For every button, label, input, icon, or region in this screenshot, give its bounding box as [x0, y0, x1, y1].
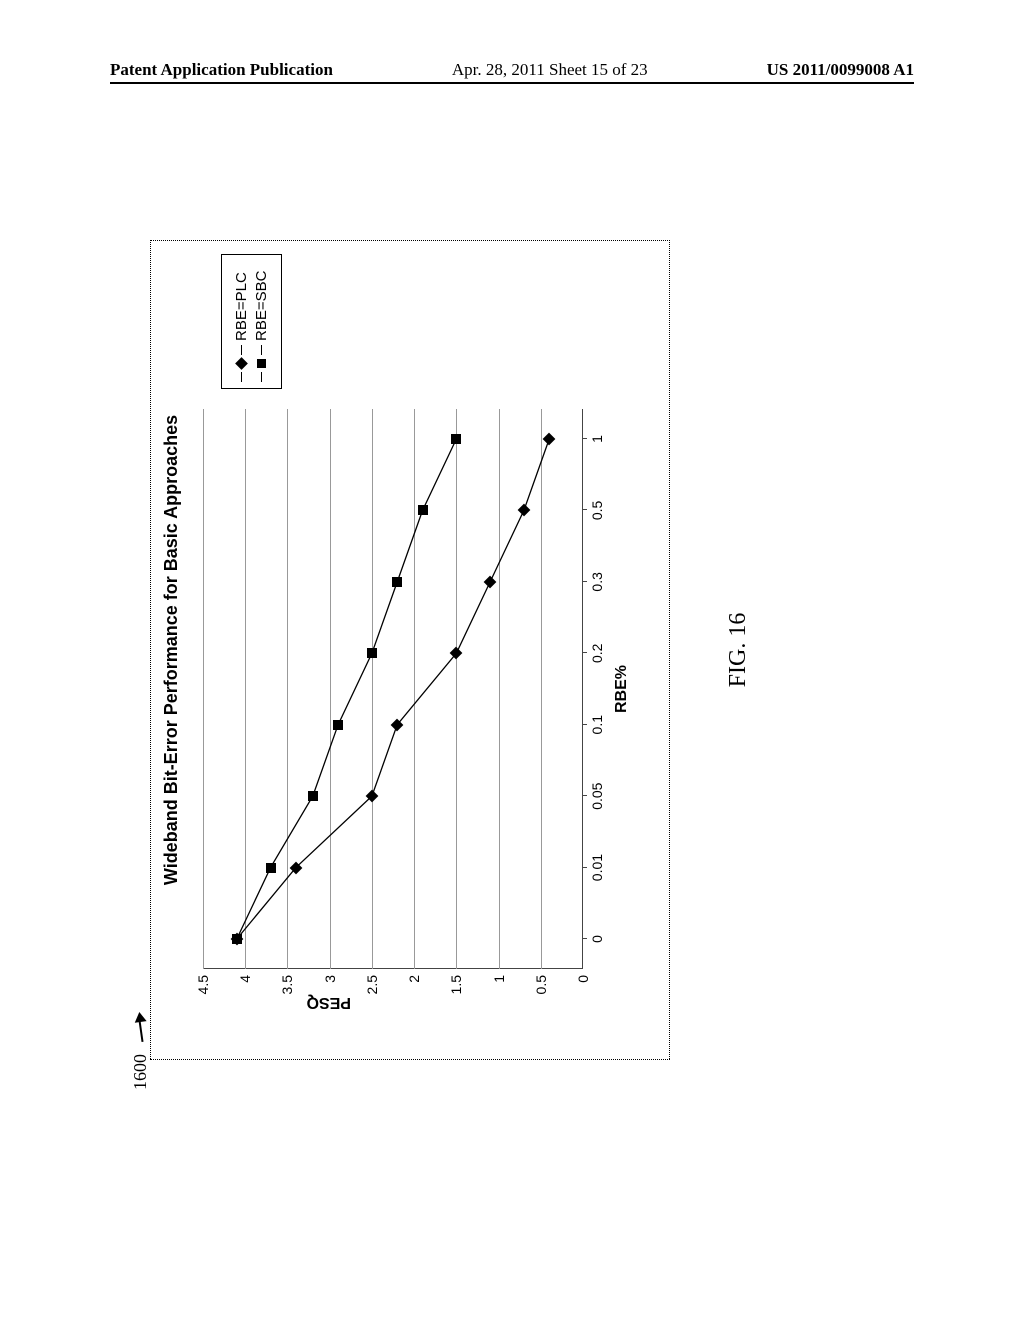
square-marker-icon — [266, 863, 276, 873]
legend-line-icon — [241, 372, 242, 382]
square-marker-icon — [257, 359, 266, 368]
square-marker-icon — [333, 720, 343, 730]
header-right: US 2011/0099008 A1 — [767, 60, 914, 80]
x-tick-mark — [583, 938, 587, 939]
chart-frame: Wideband Bit-Error Performance for Basic… — [150, 240, 670, 1060]
y-tick-label: 1.5 — [448, 975, 464, 1005]
y-tick-label: 0.5 — [533, 975, 549, 1005]
page-header: Patent Application Publication Apr. 28, … — [110, 60, 914, 80]
header-divider — [110, 82, 914, 84]
legend-item: RBE=PLC — [233, 261, 250, 382]
x-tick-label: 0.1 — [589, 715, 605, 734]
x-tick-label: 0.5 — [589, 501, 605, 520]
x-tick-label: 0.3 — [589, 572, 605, 591]
series-line — [237, 439, 549, 939]
x-tick-mark — [583, 867, 587, 868]
x-axis-label: RBE% — [613, 409, 631, 969]
figure-container: 1600 Wideband Bit-Error Performance for … — [130, 200, 910, 1100]
legend: RBE=PLC RBE=SBC — [221, 254, 282, 389]
x-tick-mark — [583, 652, 587, 653]
header-mid: Apr. 28, 2011 Sheet 15 of 23 — [452, 60, 648, 80]
y-tick-label: 4.5 — [195, 975, 211, 1005]
square-marker-icon — [308, 791, 318, 801]
legend-line-icon — [261, 372, 262, 382]
y-tick-label: 3.5 — [279, 975, 295, 1005]
x-tick-mark — [583, 438, 587, 439]
x-tick-label: 0.01 — [589, 854, 605, 881]
legend-line-icon — [261, 345, 262, 355]
y-tick-label: 3 — [322, 975, 338, 1005]
x-tick-mark — [583, 795, 587, 796]
figure-rotated: 1600 Wideband Bit-Error Performance for … — [130, 200, 910, 1100]
y-tick-label: 1 — [491, 975, 507, 1005]
square-marker-icon — [418, 505, 428, 515]
figure-caption: FIG. 16 — [725, 200, 752, 1100]
legend-line-icon — [241, 345, 242, 355]
reference-arrow-icon — [134, 1012, 148, 1042]
x-tick-label: 1 — [589, 435, 605, 443]
x-tick-mark — [583, 509, 587, 510]
square-marker-icon — [451, 434, 461, 444]
page: Patent Application Publication Apr. 28, … — [0, 0, 1024, 1320]
x-tick-label: 0 — [589, 935, 605, 943]
square-marker-icon — [392, 577, 402, 587]
chart-title: Wideband Bit-Error Performance for Basic… — [161, 241, 182, 1059]
x-tick-mark — [583, 724, 587, 725]
figure-reference-number: 1600 — [130, 1054, 151, 1090]
y-tick-label: 0 — [575, 975, 591, 1005]
square-marker-icon — [367, 648, 377, 658]
x-tick-mark — [583, 581, 587, 582]
x-tick-label: 0.05 — [589, 783, 605, 810]
chart-lines — [203, 409, 583, 969]
diamond-marker-icon — [235, 357, 248, 370]
legend-label: RBE=PLC — [233, 272, 250, 341]
legend-label: RBE=SBC — [253, 271, 270, 341]
y-tick-label: 2.5 — [364, 975, 380, 1005]
plot-area: 00.511.522.533.544.500.010.050.10.20.30.… — [203, 409, 583, 969]
square-marker-icon — [232, 934, 242, 944]
y-tick-label: 2 — [406, 975, 422, 1005]
y-tick-label: 4 — [237, 975, 253, 1005]
header-left: Patent Application Publication — [110, 60, 333, 80]
x-tick-label: 0.2 — [589, 644, 605, 663]
legend-item: RBE=SBC — [253, 261, 270, 382]
